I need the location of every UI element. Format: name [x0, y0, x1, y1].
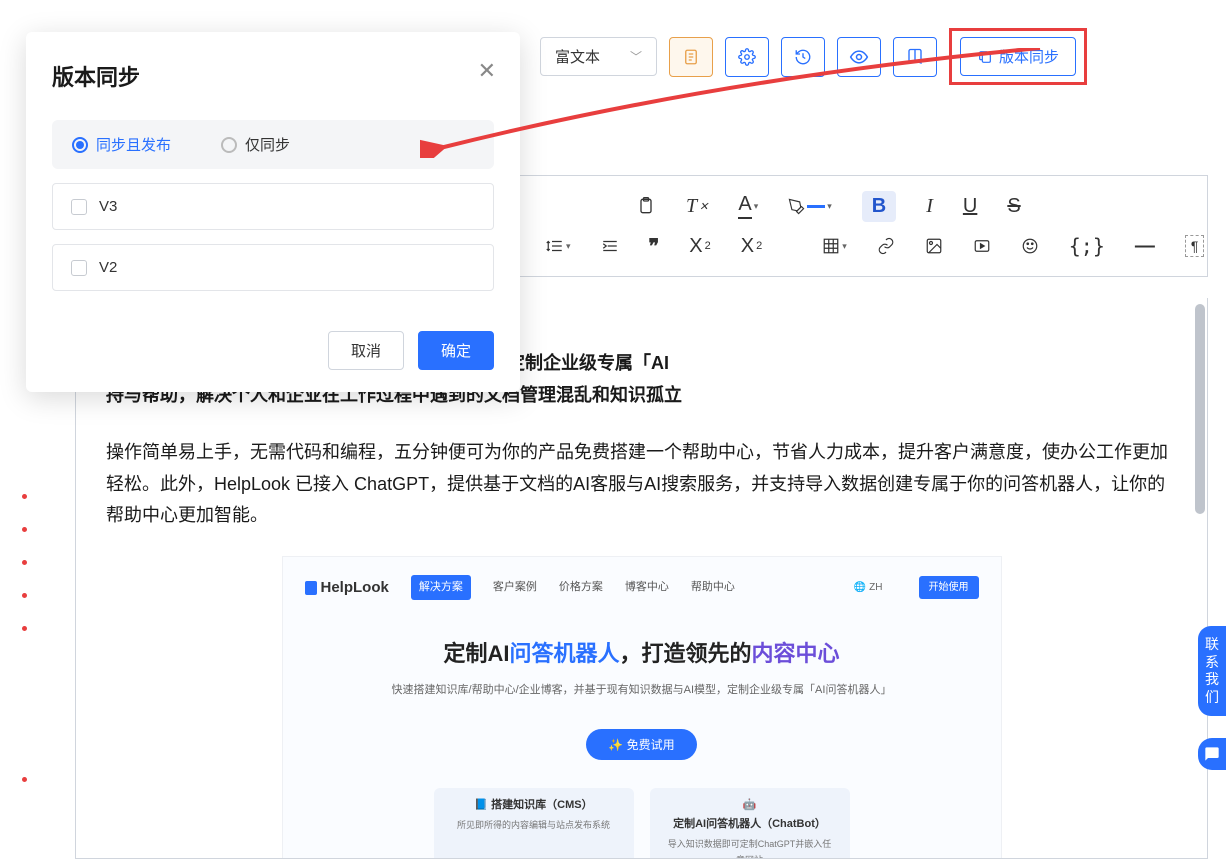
hero-cta-button: ✨ 免费试用 — [586, 729, 696, 760]
chat-icon — [1204, 746, 1220, 762]
code-block-icon[interactable]: {;} — [1069, 234, 1105, 258]
cancel-button[interactable]: 取消 — [328, 331, 404, 370]
strikethrough-icon[interactable]: S — [1007, 195, 1020, 218]
scrollbar-thumb[interactable] — [1195, 304, 1205, 514]
version-label: V2 — [99, 259, 117, 276]
horizontal-rule-icon[interactable]: — — [1135, 235, 1155, 258]
table-icon[interactable]: ▾ — [822, 237, 847, 255]
superscript-icon[interactable]: X2 — [741, 235, 762, 258]
image-icon[interactable] — [925, 237, 943, 255]
radio-sync-publish[interactable]: 同步且发布 — [72, 134, 171, 155]
hero-lang: 🌐 ZH — [854, 579, 883, 597]
bold-icon[interactable]: B — [862, 191, 896, 222]
hero-subtitle: 快速搭建知识库/帮助中心/企业博客，并基于现有知识数据与AI模型，定制企业级专属… — [301, 681, 983, 700]
clear-format-icon[interactable]: T✕ — [686, 195, 708, 218]
radio-sync-only[interactable]: 仅同步 — [221, 134, 290, 155]
hero-nav-solution: 解决方案 — [411, 575, 471, 600]
marker-dot — [22, 527, 27, 532]
format-select[interactable]: 富文本 ﹀ — [540, 37, 657, 76]
hero-title: 定制AI问答机器人，打造领先的内容中心 — [301, 635, 983, 674]
version-label: V3 — [99, 198, 117, 215]
hero-logo: HelpLook — [305, 575, 389, 601]
subscript-icon[interactable]: X2 — [689, 235, 710, 258]
modal-title: 版本同步 — [52, 60, 494, 92]
embedded-hero-image: HelpLook 解决方案 客户案例 价格方案 博客中心 帮助中心 🌐 ZH 开… — [282, 556, 1002, 859]
hero-card-cms: 📘 搭建知识库（CMS） 所见即所得的内容编辑与站点发布系统 — [434, 788, 634, 859]
marker-dot — [22, 626, 27, 631]
marker-dot — [22, 494, 27, 499]
paste-icon[interactable] — [636, 196, 656, 216]
format-select-value: 富文本 — [555, 46, 600, 67]
close-icon[interactable]: ✕ — [478, 58, 496, 84]
paragraph-mark-icon[interactable]: ¶ — [1185, 235, 1205, 257]
video-icon[interactable] — [973, 237, 991, 255]
hero-nav-pricing: 价格方案 — [559, 578, 603, 597]
confirm-button[interactable]: 确定 — [418, 331, 494, 370]
hero-nav-help: 帮助中心 — [691, 578, 735, 597]
modal-footer: 取消 确定 — [52, 331, 494, 370]
hero-start-button: 开始使用 — [919, 576, 979, 600]
link-icon[interactable] — [877, 237, 895, 255]
hero-card-chatbot: 🤖 定制AI问答机器人（ChatBot） 导入知识数据即可定制ChatGPT并嵌… — [650, 788, 850, 859]
quote-icon[interactable]: ❞ — [649, 234, 660, 259]
copy-icon — [977, 49, 993, 65]
version-sync-modal: 版本同步 ✕ 同步且发布 仅同步 V3 V2 取消 确定 — [26, 32, 520, 392]
preview-icon-button[interactable] — [837, 37, 881, 77]
sync-button-label: 版本同步 — [999, 46, 1059, 67]
highlight-icon[interactable]: ▾ — [788, 198, 832, 215]
line-height-icon[interactable]: ▾ — [546, 237, 571, 255]
text-color-icon[interactable]: A▾ — [738, 193, 758, 219]
chat-fab[interactable] — [1198, 738, 1226, 770]
content-paragraph-2: 操作简单易上手，无需代码和编程，五分钟便可为你的产品免费搭建一个帮助中心，节省人… — [106, 437, 1177, 532]
hero-nav-blog: 博客中心 — [625, 578, 669, 597]
top-toolbar: 富文本 ﹀ 版本同步 — [540, 28, 1211, 85]
marker-dot — [22, 560, 27, 565]
contact-us-tab[interactable]: 联系我们 — [1198, 626, 1226, 716]
italic-icon[interactable]: I — [926, 195, 933, 218]
version-checkbox-v3[interactable]: V3 — [52, 183, 494, 230]
gear-icon-button[interactable] — [725, 37, 769, 77]
emoji-icon[interactable] — [1021, 237, 1039, 255]
version-checkbox-v2[interactable]: V2 — [52, 244, 494, 291]
marker-dot — [22, 593, 27, 598]
hero-cards: 📘 搭建知识库（CMS） 所见即所得的内容编辑与站点发布系统 🤖 定制AI问答机… — [301, 788, 983, 859]
radio-unselected-icon — [221, 137, 237, 153]
sync-mode-radios: 同步且发布 仅同步 — [52, 120, 494, 169]
book-icon-button[interactable] — [893, 37, 937, 77]
checkbox-icon — [71, 199, 87, 215]
note-icon-button[interactable] — [669, 37, 713, 77]
underline-icon[interactable]: U — [963, 195, 977, 218]
indent-icon[interactable] — [601, 237, 619, 255]
hero-nav: HelpLook 解决方案 客户案例 价格方案 博客中心 帮助中心 🌐 ZH 开… — [301, 569, 983, 617]
sidebar-markers — [22, 494, 27, 782]
history-icon-button[interactable] — [781, 37, 825, 77]
version-sync-button[interactable]: 版本同步 — [960, 37, 1076, 76]
marker-dot — [22, 777, 27, 782]
chevron-down-icon: ﹀ — [630, 48, 642, 65]
sync-button-highlight: 版本同步 — [949, 28, 1087, 85]
hero-nav-cases: 客户案例 — [493, 578, 537, 597]
radio-selected-icon — [72, 137, 88, 153]
checkbox-icon — [71, 260, 87, 276]
